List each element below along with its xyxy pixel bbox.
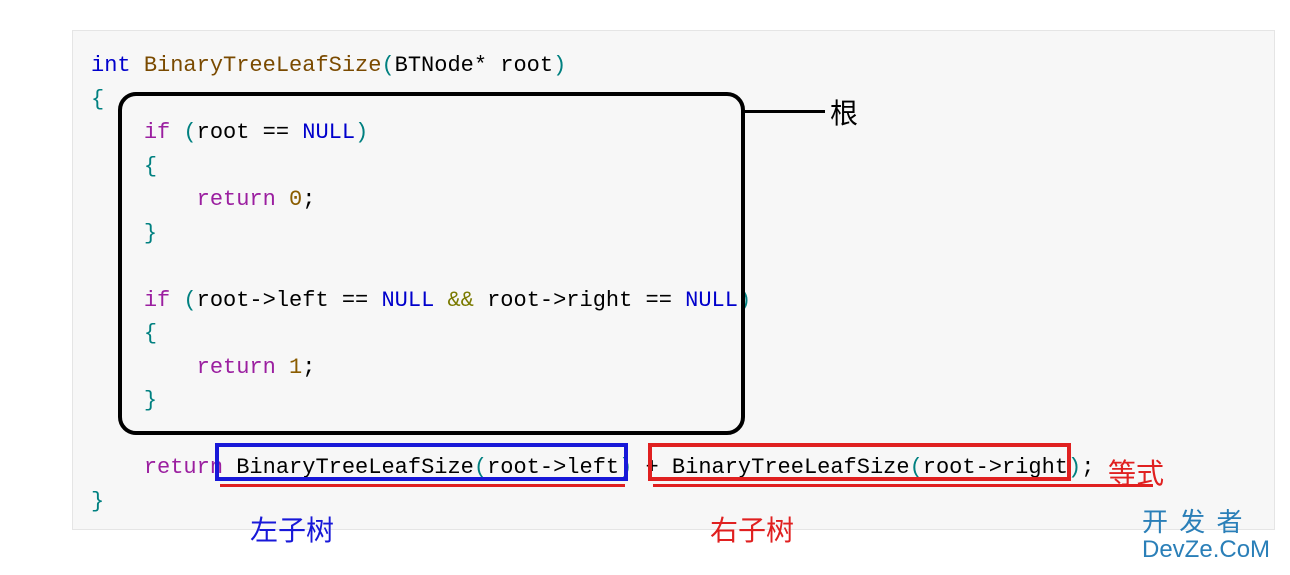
watermark-line2: DevZe.CoM <box>1142 537 1270 563</box>
if2-eq1: == <box>342 288 368 313</box>
label-left: 左子树 <box>250 509 334 549</box>
underline-left <box>220 484 625 487</box>
return-val-0: 0 <box>289 187 302 212</box>
if1-eq: == <box>263 120 289 145</box>
function-name: BinaryTreeLeafSize <box>144 53 382 78</box>
if2-right: root->right <box>487 288 632 313</box>
label-right: 右子树 <box>710 509 794 549</box>
call-left-arg: root->left <box>487 455 619 480</box>
if2-eq2: == <box>646 288 672 313</box>
call-right-name: BinaryTreeLeafSize <box>672 455 910 480</box>
call-right-arg: root->right <box>923 455 1068 480</box>
if2-left: root->left <box>197 288 329 313</box>
if1-left: root <box>197 120 250 145</box>
and-op: && <box>447 288 473 313</box>
return-val-1: 1 <box>289 355 302 380</box>
return-kw-2: return <box>144 455 223 480</box>
watermark-line1: 开 发 者 <box>1142 508 1270 537</box>
null-1: NULL <box>302 120 355 145</box>
if-keyword: if <box>144 120 170 145</box>
code-block: int BinaryTreeLeafSize(BTNode* root) { i… <box>72 30 1275 530</box>
watermark: 开 发 者 DevZe.CoM <box>1142 508 1270 563</box>
null-2: NULL <box>381 288 434 313</box>
underline-right <box>653 484 1153 487</box>
param-type: BTNode* <box>395 53 487 78</box>
if-keyword-2: if <box>144 288 170 313</box>
return-type: int <box>91 53 131 78</box>
label-equation: 等式 <box>1108 452 1164 492</box>
label-root: 根 <box>830 92 858 132</box>
call-left-name: BinaryTreeLeafSize <box>236 455 474 480</box>
return-kw-0: return <box>197 187 276 212</box>
param-name: root <box>500 53 553 78</box>
plus-op: + <box>646 455 659 480</box>
connector-root-h <box>745 110 825 113</box>
return-kw-1: return <box>197 355 276 380</box>
null-3: NULL <box>685 288 738 313</box>
